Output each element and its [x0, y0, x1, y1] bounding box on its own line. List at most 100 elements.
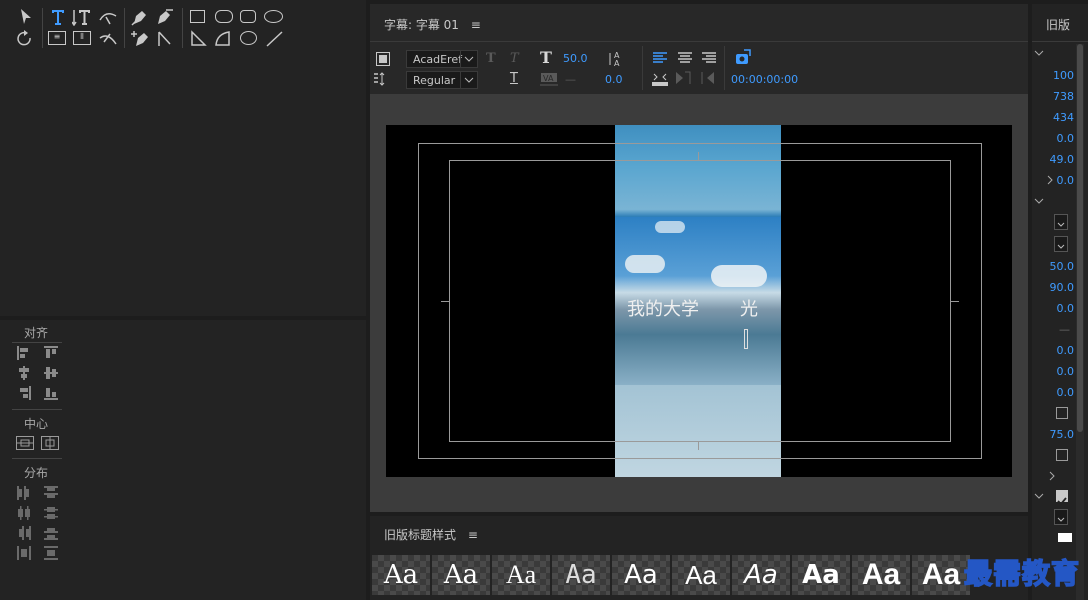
distribute-vertical-center-icon[interactable] [44, 506, 58, 520]
property-checkbox-checked[interactable] [1056, 490, 1068, 506]
italic-icon[interactable]: T [510, 51, 519, 66]
underline-icon[interactable]: T [510, 71, 518, 86]
kerning-value[interactable]: — [565, 73, 576, 86]
center-horizontal-icon[interactable] [16, 436, 34, 450]
area-type-tool-icon[interactable]: ≡ [48, 31, 66, 45]
panel-menu-icon[interactable]: ≡ [471, 18, 481, 32]
property-value[interactable]: 0.0 [1057, 344, 1075, 357]
rotation-tool-icon[interactable] [16, 30, 36, 48]
property-value[interactable]: 0.0 [1057, 302, 1075, 315]
align-left-icon[interactable] [17, 346, 31, 360]
property-value[interactable]: 100 [1053, 69, 1074, 82]
type-tool-icon[interactable] [48, 8, 68, 26]
align-text-left-icon[interactable] [653, 51, 667, 65]
style-tile[interactable]: Aa [372, 555, 430, 595]
style-tile[interactable]: Aa [732, 555, 790, 595]
rounded-rectangle-tool-icon[interactable] [240, 10, 256, 23]
rectangle-tool-icon[interactable] [190, 10, 205, 23]
distribute-top-icon[interactable] [44, 486, 58, 500]
chevron-down-icon[interactable] [1033, 195, 1045, 207]
chevron-right-icon[interactable] [1048, 471, 1056, 481]
align-horizontal-center-icon[interactable] [17, 366, 31, 380]
font-size-value[interactable]: 50.0 [563, 52, 588, 65]
scrollbar-thumb[interactable] [1077, 44, 1083, 432]
distribute-right-icon[interactable] [17, 526, 31, 540]
convert-anchor-tool-icon[interactable] [154, 30, 174, 48]
font-style-select[interactable]: Regular [406, 71, 478, 89]
chevron-down-icon[interactable] [1033, 490, 1045, 502]
video-frame[interactable]: 我的大学 光 [386, 125, 1012, 477]
background-video-icon[interactable] [376, 52, 390, 66]
chevron-right-icon[interactable] [1046, 175, 1054, 185]
style-tile[interactable]: Aa [432, 555, 490, 595]
property-checkbox[interactable] [1056, 449, 1068, 461]
property-value[interactable]: 0.0 [1057, 132, 1075, 145]
property-value[interactable]: 0.0 [1057, 365, 1075, 378]
property-checkbox[interactable] [1056, 407, 1068, 419]
property-value[interactable]: 738 [1053, 90, 1074, 103]
property-value[interactable]: 0.0 [1057, 386, 1075, 399]
property-dropdown[interactable] [1054, 236, 1068, 252]
property-value[interactable]: — [1059, 323, 1070, 336]
property-value[interactable]: 434 [1053, 111, 1074, 124]
circle-tool-icon[interactable] [240, 31, 257, 45]
wedge-tool-icon[interactable] [190, 30, 210, 48]
align-text-right-icon[interactable] [702, 51, 716, 65]
line-tool-icon[interactable] [264, 30, 284, 48]
arc-tool-icon[interactable] [214, 30, 234, 48]
distribute-horizontal-even-icon[interactable] [17, 546, 31, 560]
title-text-right[interactable]: 光 [740, 295, 758, 321]
play-from-icon[interactable] [676, 71, 692, 85]
style-tile[interactable]: Aa [492, 555, 550, 595]
vertical-type-tool-icon[interactable] [72, 8, 92, 26]
distribute-vertical-even-icon[interactable] [44, 546, 58, 560]
property-value[interactable]: 90.0 [1050, 281, 1075, 294]
center-vertical-icon[interactable] [41, 436, 59, 450]
property-dropdown[interactable] [1054, 214, 1068, 230]
properties-panel-title[interactable]: 旧版 [1046, 16, 1070, 33]
timecode[interactable]: 00:00:00:00 [731, 73, 798, 86]
bold-icon[interactable]: T [486, 51, 496, 66]
style-tile[interactable]: Aa [552, 555, 610, 595]
font-family-select[interactable]: AcadEref [406, 50, 478, 68]
chevron-down-icon[interactable] [1033, 47, 1045, 59]
property-value[interactable]: 49.0 [1050, 153, 1075, 166]
scrollbar[interactable] [1076, 44, 1084, 600]
add-anchor-tool-icon[interactable] [130, 30, 150, 48]
align-bottom-icon[interactable] [44, 386, 58, 400]
distribute-left-icon[interactable] [17, 486, 31, 500]
tab-ruler-icon[interactable] [652, 71, 668, 87]
align-text-center-icon[interactable] [678, 51, 692, 65]
align-right-icon[interactable] [17, 386, 31, 400]
pen-tool-icon[interactable] [130, 8, 150, 26]
color-swatch[interactable] [1058, 533, 1072, 542]
show-background-video-icon[interactable] [734, 48, 752, 66]
leading-value[interactable]: 0.0 [605, 73, 623, 86]
style-tile[interactable]: Aa [912, 555, 970, 595]
vertical-path-type-tool-icon[interactable] [98, 30, 118, 48]
panel-menu-icon[interactable]: ≡ [468, 528, 478, 542]
align-top-icon[interactable] [44, 346, 58, 360]
property-value[interactable]: 0.0 [1057, 174, 1075, 187]
title-tab[interactable]: 字幕: 字幕 01 ≡ [384, 16, 481, 33]
delete-anchor-tool-icon[interactable] [154, 8, 174, 26]
distribute-bottom-icon[interactable] [44, 526, 58, 540]
property-dropdown[interactable] [1054, 509, 1068, 525]
style-tile[interactable]: Aa [792, 555, 850, 595]
distribute-horizontal-center-icon[interactable] [17, 506, 31, 520]
style-tile[interactable]: Aa [612, 555, 670, 595]
vertical-area-type-tool-icon[interactable]: ⦀ [73, 31, 91, 45]
style-tile[interactable]: Aa [672, 555, 730, 595]
property-value[interactable]: 50.0 [1050, 260, 1075, 273]
selection-tool-icon[interactable] [16, 8, 36, 26]
styles-panel-tab[interactable]: 旧版标题样式 ≡ [384, 526, 478, 543]
style-tile[interactable]: Aa [852, 555, 910, 595]
tab-stops-icon[interactable] [374, 72, 392, 86]
ellipse-tool-icon[interactable] [264, 10, 283, 23]
align-vertical-center-icon[interactable] [44, 366, 58, 380]
property-value[interactable]: 75.0 [1050, 428, 1075, 441]
play-to-icon[interactable] [700, 71, 716, 85]
rounded-corner-rectangle-tool-icon[interactable] [215, 10, 233, 23]
path-type-tool-icon[interactable] [98, 8, 118, 26]
title-text-left[interactable]: 我的大学 [627, 295, 699, 321]
